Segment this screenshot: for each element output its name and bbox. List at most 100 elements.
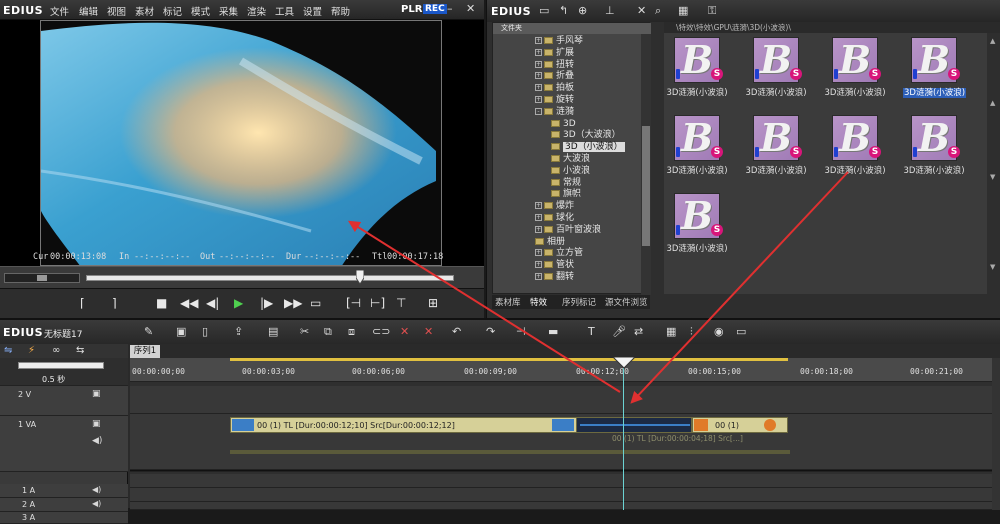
jog-slider[interactable] <box>4 273 80 283</box>
expand-icon[interactable]: + <box>535 249 542 257</box>
effect-clip[interactable]: B S 3D涟漪(小波浪) <box>903 37 967 98</box>
folder-scrollbar[interactable] <box>641 34 651 295</box>
tree-item[interactable]: + 百叶窗波浪 <box>493 225 639 237</box>
tree-item[interactable]: + 拍板 <box>493 83 639 95</box>
jog-knob[interactable] <box>37 275 47 281</box>
expand-icon[interactable]: + <box>535 272 542 280</box>
clips-scrollbar[interactable]: ▲ ▲ ▼ ▼ <box>987 33 1000 294</box>
link-tracks-icon[interactable]: ∞ <box>52 345 60 356</box>
tree-item[interactable]: + 旋转 <box>493 95 639 107</box>
menu-help[interactable]: 帮助 <box>331 4 350 18</box>
video-icon[interactable]: ▣ <box>92 389 101 399</box>
collapse-icon[interactable]: - <box>535 107 542 115</box>
video-icon[interactable]: ▣ <box>92 419 101 429</box>
tree-item[interactable]: + 立方管 <box>493 248 639 260</box>
expand-icon[interactable]: + <box>535 95 542 103</box>
expand-icon[interactable]: + <box>535 225 542 233</box>
tree-item[interactable]: 相册 <box>493 237 639 249</box>
snap-icon[interactable]: ⇄ <box>634 325 643 338</box>
copy-icon[interactable]: ⧉ <box>324 325 332 339</box>
up-folder-icon[interactable]: ↰ <box>559 4 568 17</box>
menu-view[interactable]: 视图 <box>107 4 126 18</box>
playhead-handle[interactable] <box>613 357 635 369</box>
tab-sequence[interactable]: 序列1 <box>130 345 160 358</box>
loop-icon[interactable]: ▭ <box>310 296 321 310</box>
close-icon[interactable]: ✕ <box>466 2 475 15</box>
tree-item[interactable]: + 球化 <box>493 213 639 225</box>
playhead-line[interactable] <box>623 358 624 510</box>
tab-sequence-markers[interactable]: 序列标记 <box>562 296 596 308</box>
delete-clip-icon[interactable]: ✕ <box>400 325 409 338</box>
tab-source-browser[interactable]: 源文件浏览 <box>605 296 648 308</box>
save-icon[interactable]: ▣ <box>176 325 186 338</box>
effect-clip[interactable]: B S 3D涟漪(小波浪) <box>666 115 728 176</box>
sync-lock-icon[interactable]: ⚡ <box>28 345 35 356</box>
zoom-slider[interactable] <box>18 362 104 369</box>
scroll-up2-icon[interactable]: ▲ <box>990 99 995 107</box>
tree-item[interactable]: + 翻转 <box>493 272 639 284</box>
delete-icon[interactable]: ✕ <box>637 4 646 17</box>
scroll-down2-icon[interactable]: ▼ <box>990 263 995 271</box>
time-ruler[interactable]: 00:00:00;00 00:00:03;00 00:00:06;00 00:0… <box>130 358 992 382</box>
tree-item[interactable]: + 爆炸 <box>493 201 639 213</box>
effect-clip[interactable]: B S 3D涟漪(小波浪) <box>666 193 728 254</box>
tree-item[interactable]: + 折叠 <box>493 71 639 83</box>
expand-icon[interactable]: + <box>535 261 542 269</box>
new-sequence-icon[interactable]: ✎ <box>144 325 153 338</box>
effect-clip[interactable]: B S 3D涟漪(小波浪) <box>824 115 886 176</box>
open-icon[interactable]: ▯ <box>202 325 208 338</box>
track-2v[interactable] <box>130 386 992 414</box>
marker-icon[interactable]: ▬ <box>548 325 558 338</box>
export-timeline-icon[interactable]: ⇪ <box>234 325 243 338</box>
redo-icon[interactable]: ↷ <box>486 325 495 338</box>
tree-item[interactable]: 3D <box>493 119 639 131</box>
effect-clip[interactable]: B S 3D涟漪(小波浪) <box>666 37 728 98</box>
expand-icon[interactable]: + <box>535 37 542 44</box>
scissors-icon[interactable]: ✂ <box>300 325 309 338</box>
folder-icon[interactable]: ▭ <box>539 4 549 17</box>
menu-mode[interactable]: 模式 <box>191 4 210 18</box>
menu-edit[interactable]: 编辑 <box>79 4 98 18</box>
track-header-2v[interactable]: 2 V ▣ <box>0 386 128 416</box>
paste-icon[interactable]: ⧈ <box>348 325 355 339</box>
position-slider[interactable] <box>86 275 454 281</box>
disk-icon[interactable]: ▤ <box>268 325 278 338</box>
overwrite-icon[interactable]: ⊢] <box>370 296 385 310</box>
speaker-icon[interactable]: ◀) <box>92 499 101 508</box>
speaker-icon[interactable]: ◀) <box>92 436 102 446</box>
trim-icon[interactable]: ⊤ <box>396 296 406 310</box>
menu-file[interactable]: 文件 <box>50 4 69 18</box>
lock-icon[interactable]: ⚿ <box>708 4 716 18</box>
export-icon[interactable]: ⊞ <box>428 296 438 310</box>
expand-icon[interactable]: + <box>535 72 542 80</box>
step-forward-icon[interactable]: |▶ <box>260 296 273 310</box>
transition-clip-label[interactable]: 00 (1) TL [Dur:00:00:04;18] Src[...] <box>612 434 782 448</box>
expand-icon[interactable]: + <box>535 213 542 221</box>
tree-item[interactable]: + 管状 <box>493 260 639 272</box>
tree-item[interactable]: + 手风琴 <box>493 36 639 48</box>
timeline-vscroll[interactable] <box>992 358 1000 510</box>
track-3a[interactable] <box>130 502 992 510</box>
toggle-icon[interactable]: ⇆ <box>76 345 84 356</box>
track-header-1va[interactable]: 1 VA ▣ ◀) <box>0 416 128 472</box>
menu-tools[interactable]: 工具 <box>275 4 294 18</box>
cut-clip-icon[interactable]: ⊥ <box>605 4 615 17</box>
step-back-icon[interactable]: ◀| <box>206 296 219 310</box>
tab-effects[interactable]: 特效 <box>530 296 547 308</box>
track-mode-icon[interactable]: ⇋ <box>4 345 12 356</box>
grid-icon[interactable]: ▦ <box>666 325 676 338</box>
folder-scroll-thumb[interactable] <box>642 126 650 246</box>
effect-clip[interactable]: B S 3D涟漪(小波浪) <box>745 115 807 176</box>
properties-icon[interactable]: ⌕ <box>655 4 661 18</box>
menu-settings[interactable]: 设置 <box>303 4 322 18</box>
menu-render[interactable]: 渲染 <box>247 4 266 18</box>
effect-clip[interactable]: B S 3D涟漪(小波浪) <box>824 37 886 98</box>
tree-item[interactable]: 旗帜 <box>493 189 639 201</box>
view-mode-icon[interactable]: ▦ <box>678 4 688 17</box>
position-handle[interactable] <box>356 270 364 286</box>
menu-capture[interactable]: 采集 <box>219 4 238 18</box>
mic-icon[interactable]: 🎤︎ <box>612 325 626 338</box>
set-out-icon[interactable]: ⌉ <box>112 296 117 310</box>
expand-icon[interactable]: + <box>535 48 542 56</box>
fast-forward-icon[interactable]: ▶▶ <box>284 296 302 310</box>
